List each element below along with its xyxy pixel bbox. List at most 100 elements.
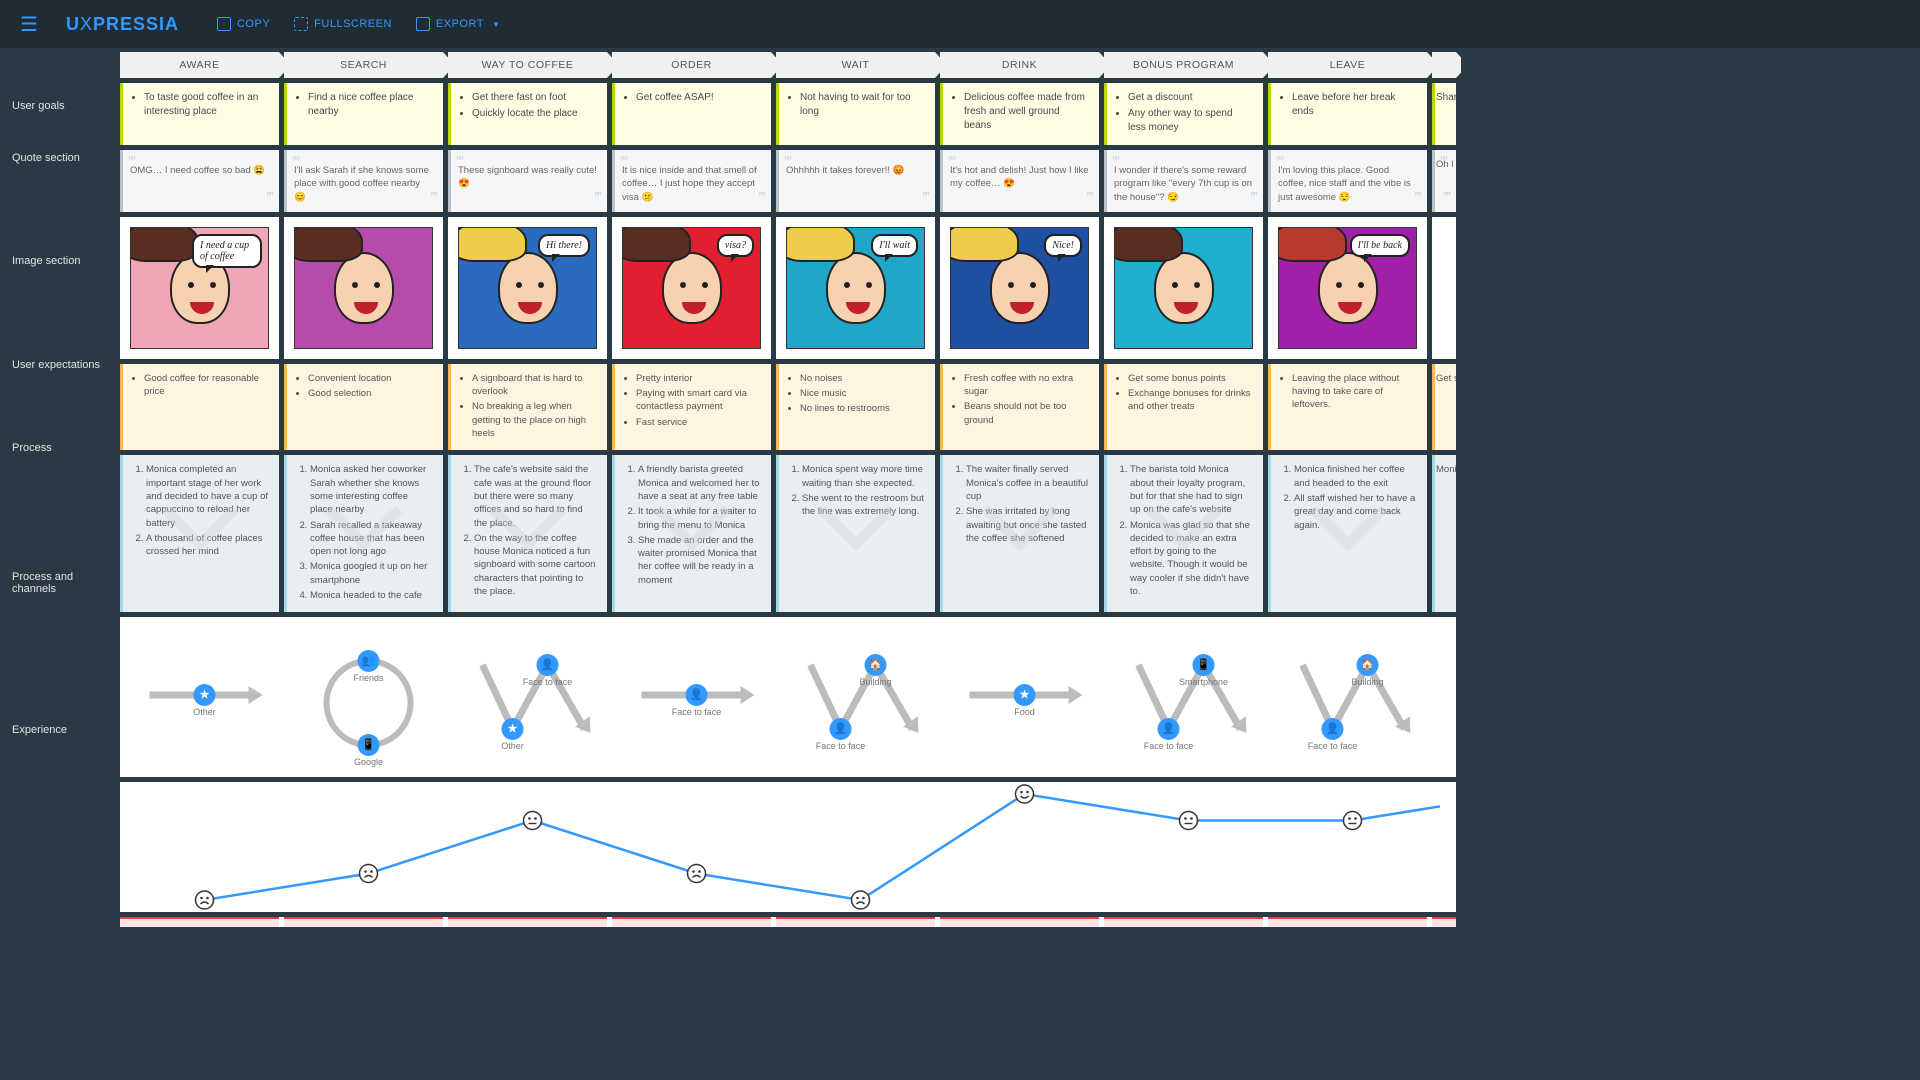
list-item: Good coffee for reasonable price — [144, 372, 269, 399]
cell-process[interactable]: A friendly barista greeted Monica and we… — [612, 455, 771, 612]
copy-icon — [217, 17, 231, 31]
speech-bubble: visa? — [717, 234, 754, 257]
svg-text:Building: Building — [1351, 677, 1383, 687]
svg-text:👥: 👥 — [362, 655, 376, 667]
cell-process[interactable]: Monica asked her coworker Sarah whether … — [284, 455, 443, 612]
cell-quote[interactable]: Oh I ha… — [1432, 150, 1456, 212]
row-label-goals: User goals — [0, 83, 120, 128]
cell-quote[interactable]: These signboard was really cute! 😍 — [448, 150, 607, 212]
channels-diagram: ★Other👥Friends📱Google👤Face to face★Other… — [120, 617, 1440, 777]
cell-expect[interactable]: Leaving the place without having to take… — [1268, 364, 1427, 450]
cell-goal[interactable]: Get there fast on footQuickly locate the… — [448, 83, 607, 145]
cell-goal[interactable]: Leave before her break ends — [1268, 83, 1427, 145]
export-icon — [416, 17, 430, 31]
cell-goal[interactable]: To taste good coffee in an interesting p… — [120, 83, 279, 145]
logo-u: U — [66, 14, 80, 35]
cell-goal[interactable]: Get coffee ASAP! — [612, 83, 771, 145]
app-logo[interactable]: UXPRESSIA — [66, 14, 179, 35]
row-label-expect: User expectations — [0, 334, 120, 395]
stage-label-spacer — [0, 52, 120, 83]
image-cell[interactable] — [284, 217, 443, 359]
cell-process[interactable]: The cafe's website said the cafe was at … — [448, 455, 607, 612]
cell-text: It's hot and delish! Just how I like my … — [950, 165, 1089, 189]
cell-goal[interactable]: Get a discountAny other way to spend les… — [1104, 83, 1263, 145]
cell-quote[interactable]: OMG… I need coffee so bad 😩 — [120, 150, 279, 212]
svg-text:👤: 👤 — [541, 658, 555, 671]
cell-expect[interactable]: Fresh coffee with no extra sugarBeans sh… — [940, 364, 1099, 450]
svg-text:★: ★ — [200, 689, 210, 701]
peek-cell — [448, 917, 607, 927]
image-cell[interactable]: Nice! — [940, 217, 1099, 359]
fullscreen-button[interactable]: FULLSCREEN — [294, 17, 392, 31]
menu-icon[interactable]: ☰ — [20, 12, 38, 37]
svg-text:🏠: 🏠 — [1361, 658, 1375, 671]
cell-quote[interactable]: I'm loving this place. Good coffee, nice… — [1268, 150, 1427, 212]
image-cell[interactable] — [1104, 217, 1263, 359]
peek-cell — [1432, 917, 1456, 927]
cell-process[interactable]: Monica finished her coffee and headed to… — [1268, 455, 1427, 612]
cell-expect[interactable]: Pretty interiorPaying with smart card vi… — [612, 364, 771, 450]
svg-text:Other: Other — [501, 741, 524, 751]
row-label-experience: Experience — [0, 665, 120, 795]
cell-expect[interactable]: Convenient locationGood selection — [284, 364, 443, 450]
svg-text:Face to face: Face to face — [816, 741, 866, 751]
stage-header[interactable]: WAIT — [776, 52, 935, 78]
peek-cell — [1104, 917, 1263, 927]
export-button[interactable]: EXPORT▼ — [416, 17, 500, 31]
cell-expect[interactable]: No noisesNice musicNo lines to restrooms — [776, 364, 935, 450]
cell-goal[interactable]: Not having to wait for too long — [776, 83, 935, 145]
stage-header[interactable]: ORDER — [612, 52, 771, 78]
svg-text:🏠: 🏠 — [869, 658, 883, 671]
cell-process[interactable]: Monica spent way more time waiting than … — [776, 455, 935, 612]
cell-goal[interactable]: Delicious coffee made from fresh and wel… — [940, 83, 1099, 145]
cell-expect[interactable]: Get s… — [1432, 364, 1456, 450]
cell-quote[interactable]: I'll ask Sarah if she knows some place w… — [284, 150, 443, 212]
cell-expect[interactable]: Good coffee for reasonable price — [120, 364, 279, 450]
cell-process[interactable]: The waiter finally served Monica's coffe… — [940, 455, 1099, 612]
cell-process[interactable]: The barista told Monica about their loya… — [1104, 455, 1263, 612]
list-item: Convenient location — [308, 372, 433, 385]
cell-text: These signboard was really cute! 😍 — [458, 165, 597, 189]
list-item: Paying with smart card via contactless p… — [636, 387, 761, 414]
stage-header[interactable]: SEARCH — [284, 52, 443, 78]
image-cell[interactable]: visa? — [612, 217, 771, 359]
stage-header[interactable]: AWARE — [120, 52, 279, 78]
peek-cell — [940, 917, 1099, 927]
list-item: The waiter finally served Monica's coffe… — [966, 463, 1089, 503]
cell-quote[interactable]: Ohhhhh it takes forever!! 😡 — [776, 150, 935, 212]
peek-cell — [612, 917, 771, 927]
stage-header[interactable]: WAY TO COFFEE — [448, 52, 607, 78]
list-item: Monica googled it up on her smartphone — [310, 560, 433, 587]
image-cell[interactable]: I'll be back — [1268, 217, 1427, 359]
svg-text:👤: 👤 — [690, 688, 704, 701]
cell-quote[interactable]: It is nice inside and that smell of coff… — [612, 150, 771, 212]
cell-process[interactable]: Monica completed an important stage of h… — [120, 455, 279, 612]
cell-text: Ohhhhh it takes forever!! 😡 — [786, 165, 905, 176]
logo-rest: PRESSIA — [93, 14, 179, 35]
cell-quote[interactable]: I wonder if there's some reward program … — [1104, 150, 1263, 212]
list-item: Exchange bonuses for drinks and other tr… — [1128, 387, 1253, 414]
stage-header[interactable]: BONUS PROGRAM — [1104, 52, 1263, 78]
channels-row: ★Other👥Friends📱Google👤Face to face★Other… — [120, 617, 1456, 777]
cell-goal[interactable]: Share… — [1432, 83, 1456, 145]
cell-quote[interactable]: It's hot and delish! Just how I like my … — [940, 150, 1099, 212]
cell-image[interactable] — [1432, 217, 1456, 359]
image-cell[interactable]: Hi there! — [448, 217, 607, 359]
stage-header[interactable]: DRINK — [940, 52, 1099, 78]
speech-bubble: I'll be back — [1350, 234, 1410, 257]
cell-process[interactable]: Moni… — [1432, 455, 1456, 612]
copy-button[interactable]: COPY — [217, 17, 270, 31]
quotes-row: OMG… I need coffee so bad 😩I'll ask Sara… — [120, 150, 1461, 212]
cell-goal[interactable]: Find a nice coffee place nearby — [284, 83, 443, 145]
svg-text:👤: 👤 — [1162, 722, 1176, 735]
image-cell[interactable]: I'll wait — [776, 217, 935, 359]
next-row-peek — [120, 917, 1456, 927]
cell-expect[interactable]: Get some bonus pointsExchange bonuses fo… — [1104, 364, 1263, 450]
speech-bubble: Nice! — [1044, 234, 1082, 257]
list-item: No breaking a leg when getting to the pl… — [472, 400, 597, 440]
journey-map: User goals Quote section Image section U… — [0, 48, 1920, 927]
list-item: Monica spent way more time waiting than … — [802, 463, 925, 490]
stage-header[interactable]: LEAVE — [1268, 52, 1427, 78]
cell-expect[interactable]: A signboard that is hard to overlookNo b… — [448, 364, 607, 450]
image-cell[interactable]: I need a cup of coffee — [120, 217, 279, 359]
